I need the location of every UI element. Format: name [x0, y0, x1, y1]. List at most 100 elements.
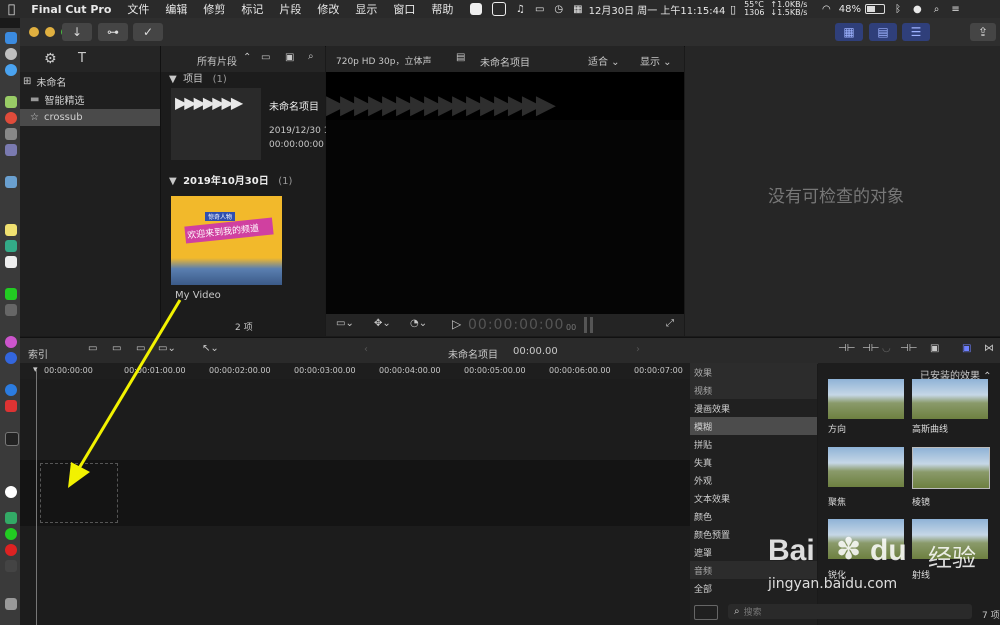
fullscreen-icon[interactable]: ⤢ [666, 318, 674, 329]
close-button[interactable] [29, 27, 39, 37]
import-button[interactable]: ↓ [62, 23, 92, 41]
select-tool-icon[interactable]: ↖⌄ [202, 343, 219, 354]
viewer-fit-dropdown[interactable]: 适合 ⌄ [588, 53, 620, 68]
effects-category[interactable]: 外观 [690, 471, 817, 489]
netease-music-icon[interactable] [5, 544, 17, 556]
chrome-icon[interactable] [5, 112, 17, 124]
app-icon[interactable] [5, 304, 17, 316]
notes-icon[interactable] [5, 224, 17, 236]
section-event-date[interactable]: ▼ 2019年10月30日 (1) [169, 172, 292, 187]
wifi-icon[interactable]: ◠ [822, 4, 831, 15]
status-datetime[interactable]: 12月30日 周一 上午11:15:44 [589, 2, 726, 17]
menu-mark[interactable]: 标记 [233, 1, 271, 17]
section-projects[interactable]: ▼ 项目 (1) [169, 70, 227, 85]
effect-thumbnail[interactable] [828, 379, 904, 419]
audio-skimming-icon[interactable]: ⊣⊢ [862, 343, 879, 354]
clock-icon[interactable]: ◷ [554, 4, 563, 15]
effects-category-selected[interactable]: 模糊 [690, 417, 817, 435]
nav-back-icon[interactable]: ‹ [364, 344, 368, 355]
transform-icon[interactable]: ✥⌄ [374, 318, 391, 329]
effects-category[interactable]: 拼贴 [690, 435, 817, 453]
app-icon[interactable] [5, 384, 17, 396]
menu-help[interactable]: 帮助 [423, 1, 461, 17]
library-item-smart-collections[interactable]: ▬ 智能精选 [20, 91, 160, 108]
menu-file[interactable]: 文件 [119, 1, 157, 17]
status-app-icon[interactable] [470, 3, 482, 15]
music-icon[interactable]: ♫ [516, 4, 525, 15]
titles-icon[interactable]: T [78, 51, 86, 66]
drop-zone[interactable] [40, 463, 118, 523]
status-sysinfo[interactable]: ▯ 55°C 1306 ↑1.0KB/s ↓1.5KB/s [730, 0, 817, 18]
project-thumbnail[interactable]: ▶▶▶▶▶▶▶ [171, 88, 261, 160]
view-options-icon[interactable]: ▭⌄ [336, 318, 354, 329]
viewer-display-dropdown[interactable]: 显示 ⌄ [640, 53, 672, 68]
inspector-toggle-button[interactable]: ☰ [902, 23, 930, 41]
wechat-icon[interactable] [5, 528, 17, 540]
nav-forward-icon[interactable]: › [636, 344, 640, 355]
background-tasks-button[interactable]: ✓ [133, 23, 163, 41]
search-icon[interactable]: ⌕ [934, 4, 940, 15]
primary-storyline[interactable] [20, 460, 690, 526]
effects-category[interactable]: 颜色 [690, 507, 817, 525]
insert-icon[interactable]: ▭ [112, 343, 121, 354]
play-button[interactable]: ▷ [452, 317, 461, 331]
terminal-icon[interactable] [5, 432, 19, 446]
final-cut-icon[interactable] [5, 560, 17, 572]
library-item-event[interactable]: ☆ crossub [20, 109, 160, 126]
headphones-icon[interactable]: ◡ [882, 343, 891, 354]
trash-icon[interactable] [5, 598, 17, 610]
sidebar-toggle-icon[interactable] [694, 605, 718, 620]
timeline-toggle-button[interactable]: ▤ [869, 23, 897, 41]
viewer-canvas[interactable]: ▶▶▶▶▶▶▶▶▶▶▶▶▶▶▶▶ [326, 72, 684, 314]
timeline-index-button[interactable]: 索引 [28, 346, 48, 361]
effects-category[interactable]: 文本效果 [690, 489, 817, 507]
menu-app[interactable]: Final Cut Pro [23, 3, 119, 16]
clip-appearance-icon[interactable]: ▣ [930, 343, 939, 354]
battery-percent[interactable]: 48% [839, 4, 861, 15]
menu-clip[interactable]: 片段 [271, 1, 309, 17]
app-icon[interactable] [5, 128, 17, 140]
bluetooth-icon[interactable]: ᛒ [895, 4, 901, 15]
viewer-timecode[interactable]: 00:00:00:00 [468, 317, 564, 333]
menu-window[interactable]: 窗口 [385, 1, 423, 17]
calendar-icon[interactable]: ▦ [573, 4, 582, 15]
user-icon[interactable]: ● [913, 4, 922, 15]
clip-filter-dropdown[interactable]: 所有片段 [197, 53, 237, 68]
minimize-button[interactable] [45, 27, 55, 37]
menu-edit[interactable]: 编辑 [157, 1, 195, 17]
status-app-icon[interactable] [492, 2, 506, 16]
timeline-ruler[interactable]: ▾ 00:00:00:00 00:00:01:00.00 00:00:02:00… [20, 363, 690, 380]
app-icon[interactable] [5, 240, 17, 252]
keyword-button[interactable]: ⊶ [98, 23, 128, 41]
apple-menu-icon[interactable]:  [0, 2, 23, 16]
overwrite-icon[interactable]: ▭ [136, 343, 145, 354]
wechat-icon[interactable] [5, 288, 17, 300]
android-icon[interactable] [5, 96, 17, 108]
effects-category[interactable]: 失真 [690, 453, 817, 471]
control-center-icon[interactable]: ≡ [951, 4, 959, 15]
app-icon[interactable] [5, 400, 17, 412]
phone-icon[interactable]: ▯ [730, 3, 736, 16]
snapping-icon[interactable]: ⊣⊢ [900, 343, 917, 354]
project-name[interactable]: 未命名项目 [269, 98, 319, 113]
search-icon[interactable]: ⌕ [308, 51, 314, 62]
effects-category[interactable]: 视频 [690, 381, 817, 399]
effects-category[interactable]: 漫画效果 [690, 399, 817, 417]
speed-icon[interactable]: ◔⌄ [410, 318, 427, 329]
menu-view[interactable]: 显示 [347, 1, 385, 17]
app-icon[interactable] [5, 144, 17, 156]
effects-search-field[interactable]: ⌕ 搜索 [728, 604, 972, 619]
library-item-untitled[interactable]: ⊞ 未命名 [20, 73, 160, 90]
message-icon[interactable]: ▭ [535, 4, 544, 15]
effects-browser-icon[interactable]: ▣ [962, 343, 971, 354]
share-button[interactable]: ⇪ [970, 23, 996, 41]
appearance-icon[interactable]: ▭ [261, 52, 270, 63]
safari-icon[interactable] [5, 64, 17, 76]
effect-thumbnail[interactable] [828, 447, 904, 487]
app-icon[interactable] [5, 176, 17, 188]
launchpad-icon[interactable] [5, 48, 17, 60]
app-icon[interactable] [5, 256, 17, 268]
finder-icon[interactable] [5, 32, 17, 44]
menu-modify[interactable]: 修改 [309, 1, 347, 17]
app-icon[interactable] [5, 352, 17, 364]
